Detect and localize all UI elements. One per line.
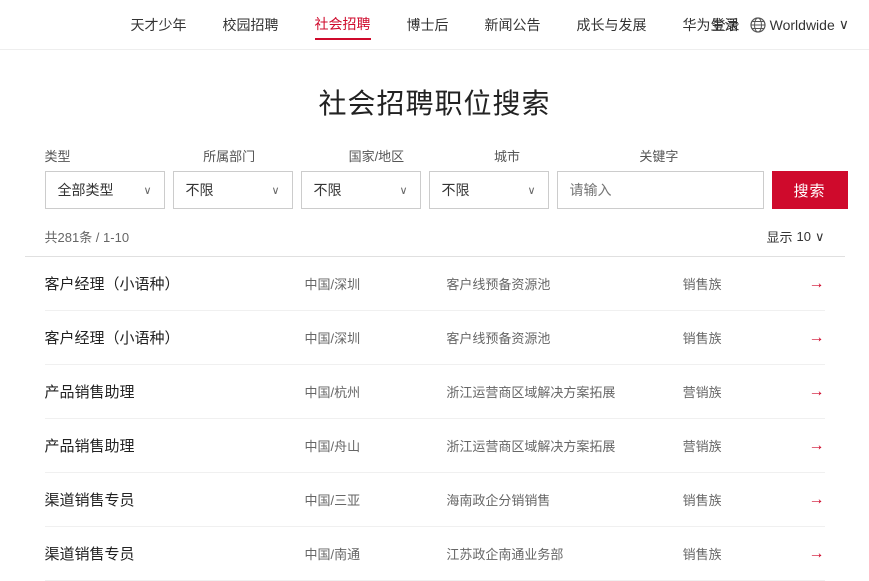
job-dept: 浙江运营商区域解决方案拓展 [446,382,682,401]
job-title: 客户经理（小语种） [45,273,305,294]
job-location: 中国/舟山 [305,436,447,455]
job-row[interactable]: 产品销售助理 中国/杭州 浙江运营商区域解决方案拓展 营销族 → [45,365,825,419]
nav-item-校园招聘[interactable]: 校园招聘 [223,11,279,39]
filters-section: 类型 所属部门 国家/地区 城市 关键字 全部类型 ∨ 不限 ∨ 不限 ∨ 不限… [25,146,845,209]
job-arrow: → [789,437,824,455]
nav-item-天才少年[interactable]: 天才少年 [131,11,187,39]
dept-value: 不限 [186,180,214,200]
nav-item-新闻公告[interactable]: 新闻公告 [485,11,541,39]
job-row[interactable]: 客户经理（小语种） 中国/深圳 客户线预备资源池 销售族 → [45,311,825,365]
dept-label: 所属部门 [203,146,348,165]
job-dept: 浙江运营商区域解决方案拓展 [446,436,682,455]
job-row[interactable]: 渠道销售专员 中国/三亚 海南政企分销销售 销售族 → [45,473,825,527]
display-label: 显示 [767,227,793,246]
display-select[interactable]: 显示 10 ∨ [767,227,825,246]
globe-icon [750,17,766,33]
keyword-label: 关键字 [639,146,824,165]
worldwide-label: Worldwide [770,17,835,33]
nav-items: 天才少年校园招聘社会招聘博士后新闻公告成长与发展华为生活 [131,10,739,40]
keyword-input[interactable] [557,171,764,209]
job-category: 销售族 [683,274,789,293]
job-location: 中国/深圳 [305,274,447,293]
job-row[interactable]: 产品销售助理 中国/舟山 浙江运营商区域解决方案拓展 营销族 → [45,419,825,473]
city-select[interactable]: 不限 ∨ [429,171,549,209]
job-arrow: → [789,275,824,293]
job-title: 产品销售助理 [45,435,305,456]
job-category: 销售族 [683,544,789,563]
dept-chevron: ∨ [271,184,279,197]
job-title: 客户经理（小语种） [45,327,305,348]
nav-item-成长与发展[interactable]: 成长与发展 [577,11,647,39]
job-dept: 客户线预备资源池 [446,274,682,293]
job-list: 客户经理（小语种） 中国/深圳 客户线预备资源池 销售族 → 客户经理（小语种）… [25,257,845,581]
job-title: 产品销售助理 [45,381,305,402]
job-arrow: → [789,329,824,347]
city-label: 城市 [494,146,639,165]
country-chevron: ∨ [399,184,407,197]
login-link[interactable]: 登录 [712,15,740,35]
job-arrow: → [789,383,824,401]
worldwide-selector[interactable]: Worldwide ∨ [750,16,849,33]
results-summary: 共281条 / 1-10 [45,227,130,246]
navbar: 天才少年校园招聘社会招聘博士后新闻公告成长与发展华为生活 登录 Worldwid… [0,0,869,50]
type-chevron: ∨ [143,184,151,197]
nav-right: 登录 Worldwide ∨ [712,15,849,35]
display-count: 10 [797,229,811,244]
job-category: 销售族 [683,328,789,347]
nav-item-社会招聘[interactable]: 社会招聘 [315,10,371,40]
job-location: 中国/杭州 [305,382,447,401]
city-value: 不限 [442,180,470,200]
filter-labels: 类型 所属部门 国家/地区 城市 关键字 [45,146,825,165]
filter-row: 全部类型 ∨ 不限 ∨ 不限 ∨ 不限 ∨ 搜索 [45,171,825,209]
page-header: 社会招聘职位搜索 [0,50,869,146]
page-title: 社会招聘职位搜索 [0,82,869,122]
job-row[interactable]: 渠道销售专员 中国/南通 江苏政企南通业务部 销售族 → [45,527,825,581]
job-row[interactable]: 客户经理（小语种） 中国/深圳 客户线预备资源池 销售族 → [45,257,825,311]
job-dept: 客户线预备资源池 [446,328,682,347]
job-title: 渠道销售专员 [45,543,305,564]
results-bar: 共281条 / 1-10 显示 10 ∨ [25,227,845,246]
nav-item-博士后[interactable]: 博士后 [407,11,449,39]
job-category: 营销族 [683,382,789,401]
job-dept: 江苏政企南通业务部 [446,544,682,563]
job-arrow: → [789,545,824,563]
search-button[interactable]: 搜索 [772,171,848,209]
country-select[interactable]: 不限 ∨ [301,171,421,209]
worldwide-chevron: ∨ [839,16,849,33]
city-chevron: ∨ [527,184,535,197]
country-value: 不限 [314,180,342,200]
type-value: 全部类型 [58,180,114,200]
job-location: 中国/南通 [305,544,447,563]
job-category: 营销族 [683,436,789,455]
type-label: 类型 [45,146,204,165]
display-chevron: ∨ [815,229,825,245]
type-select[interactable]: 全部类型 ∨ [45,171,165,209]
job-location: 中国/深圳 [305,328,447,347]
dept-select[interactable]: 不限 ∨ [173,171,293,209]
country-label: 国家/地区 [349,146,494,165]
